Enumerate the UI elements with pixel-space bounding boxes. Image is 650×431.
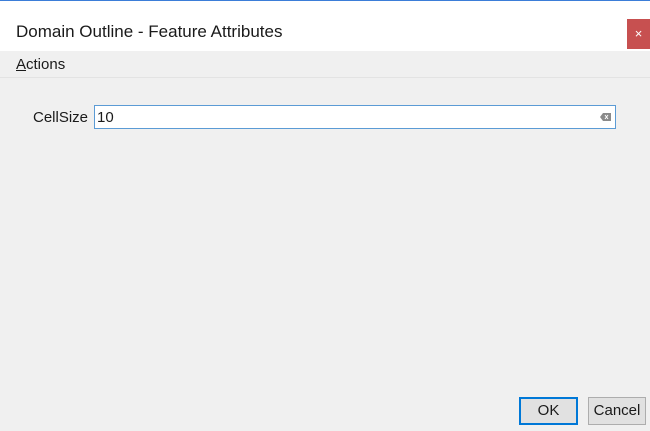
window-title: Domain Outline - Feature Attributes — [16, 22, 283, 41]
cellsize-label: CellSize — [33, 109, 89, 126]
close-button[interactable]: × — [627, 19, 650, 49]
title-bar: Domain Outline - Feature Attributes × — [0, 1, 650, 51]
cancel-button[interactable]: Cancel — [588, 397, 646, 425]
menu-bar: Actions — [0, 51, 650, 78]
cellsize-input[interactable] — [97, 106, 587, 128]
menu-item-actions-mnemonic: A — [16, 56, 27, 73]
menu-item-actions-label: ctions — [26, 56, 66, 73]
ok-button[interactable]: OK — [519, 397, 578, 425]
close-icon: × — [634, 26, 643, 41]
cellsize-field[interactable] — [94, 105, 616, 129]
dialog-window: Domain Outline - Feature Attributes × Ac… — [0, 0, 650, 431]
menu-item-actions[interactable]: Actions — [16, 56, 65, 74]
clear-input-icon[interactable] — [600, 113, 611, 121]
